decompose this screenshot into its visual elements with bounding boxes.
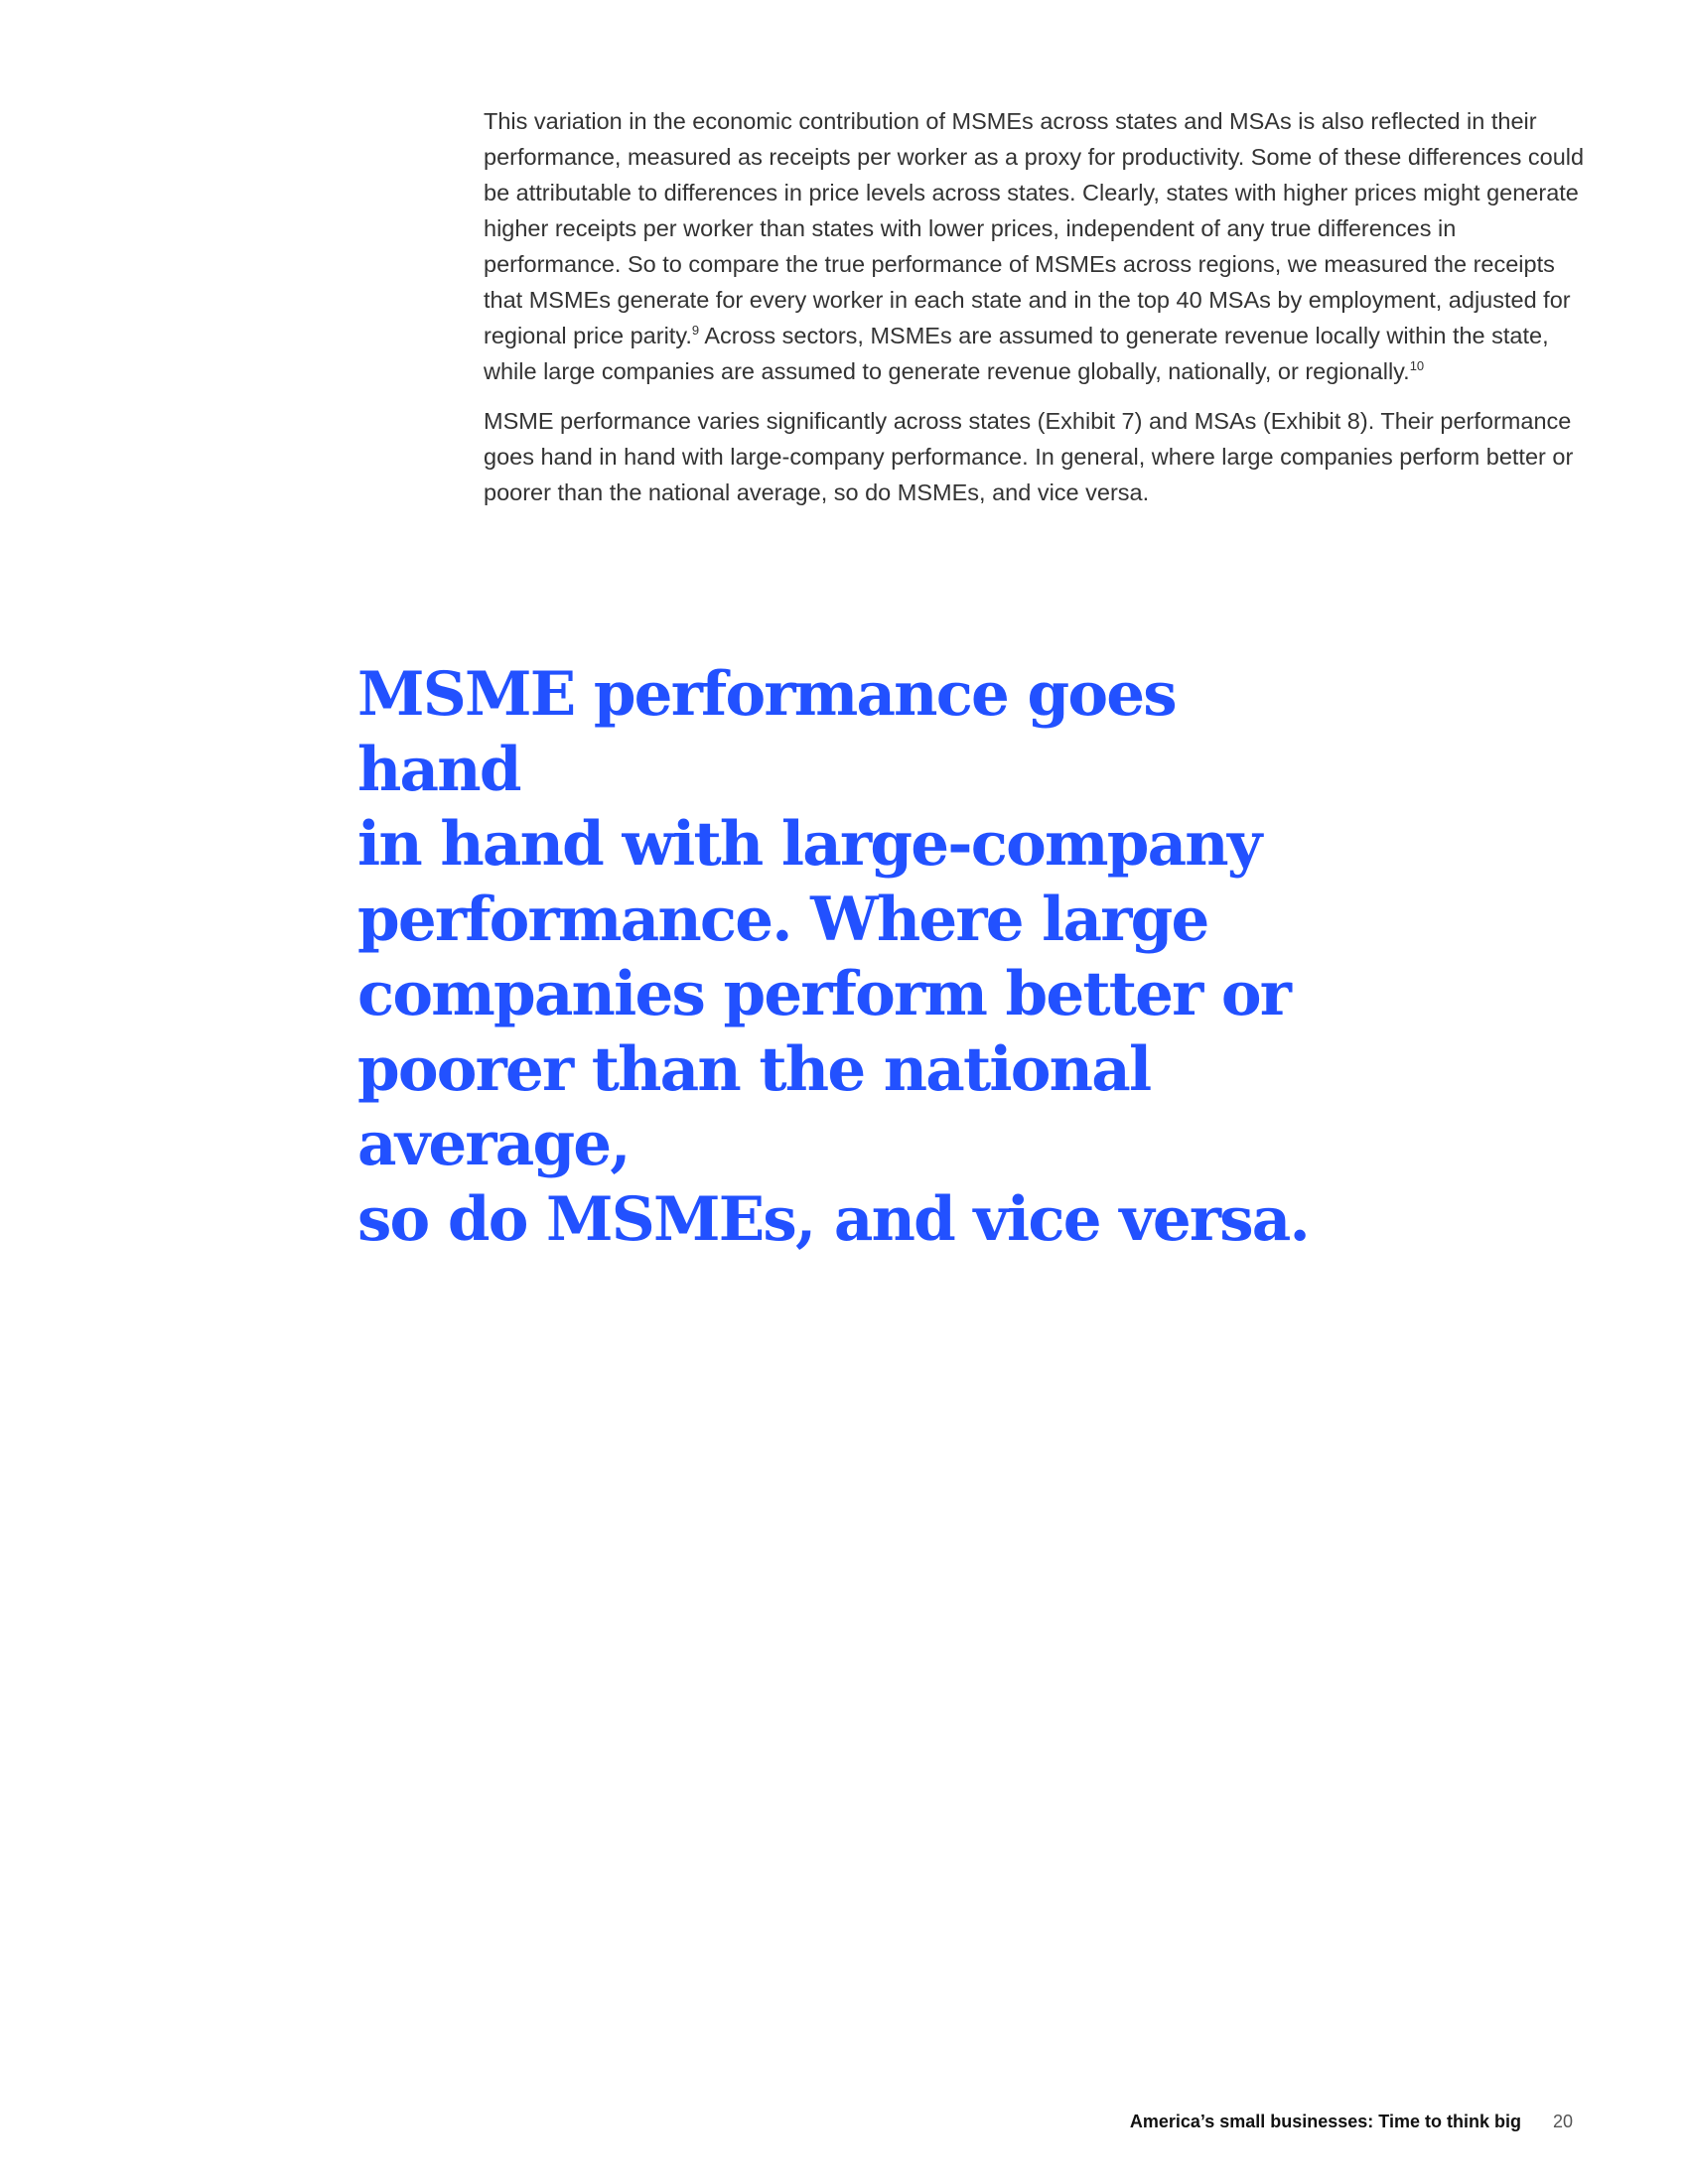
report-title: America’s small businesses: Time to thin…: [1129, 2112, 1521, 2131]
paragraph-text: This variation in the economic contribut…: [484, 108, 1585, 348]
body-paragraph: MSME performance varies significantly ac…: [484, 408, 1574, 505]
page-footer: America’s small businesses: Time to thin…: [1130, 2110, 1573, 2133]
pull-quote-line: performance. Where large: [357, 884, 1209, 955]
pull-quote-line: poorer than the national average,: [357, 1033, 1152, 1180]
pull-quote-line: companies perform better or: [357, 959, 1292, 1029]
pull-quote-line: MSME performance goes hand: [357, 659, 1178, 805]
body-paragraph: This variation in the economic contribut…: [484, 103, 1586, 389]
pull-quote-line: in hand with large-company: [357, 809, 1262, 880]
pull-quote-line: so do MSMEs, and vice versa.: [357, 1183, 1311, 1255]
page-number: 20: [1552, 2112, 1573, 2131]
footnote-reference[interactable]: 10: [1410, 358, 1424, 373]
pull-quote: MSME performance goes hand in hand with …: [357, 657, 1350, 1257]
body-text: This variation in the economic contribut…: [484, 103, 1586, 524]
footnote-reference[interactable]: 9: [692, 323, 699, 338]
